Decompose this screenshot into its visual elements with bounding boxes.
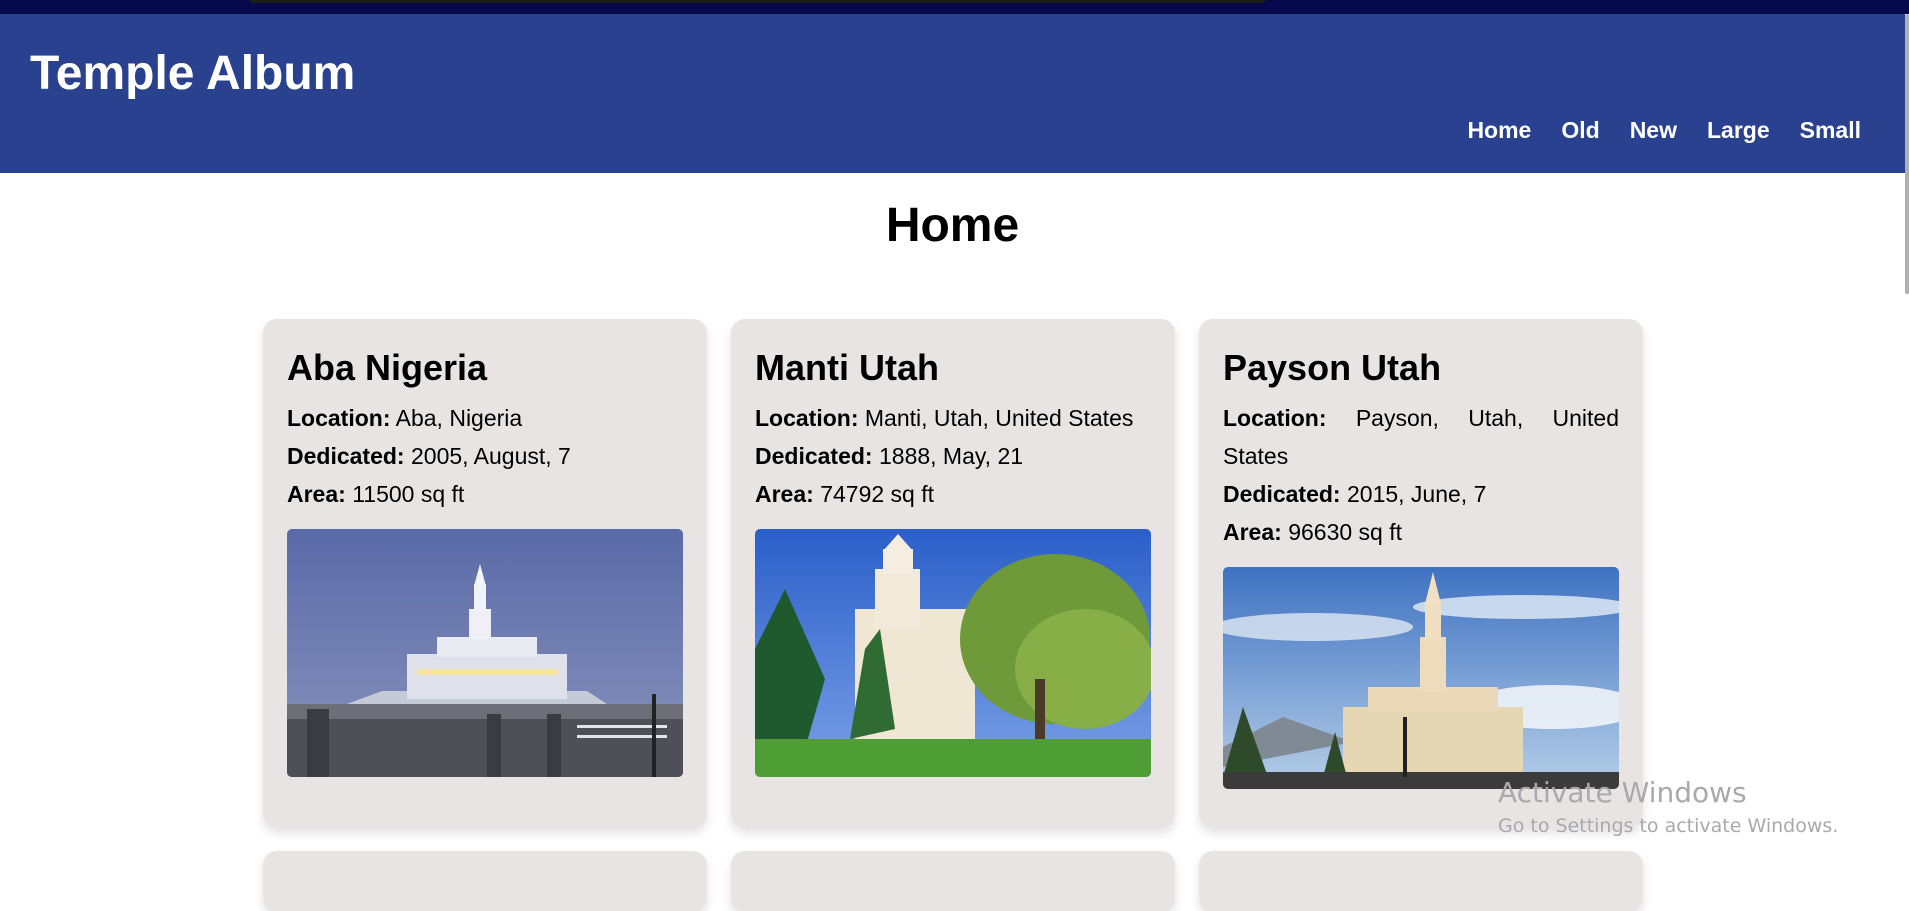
windows-activation-watermark: Activate Windows Go to Settings to activ… xyxy=(1498,776,1838,837)
main-nav: Home Old New Large Small xyxy=(1437,117,1861,144)
temple-location: Location: Payson, Utah, United States xyxy=(1223,405,1619,469)
temple-area: Area: 11500 sq ft xyxy=(287,481,465,507)
site-header: Temple Album Home Old New Large Small xyxy=(0,14,1905,173)
nav-home[interactable]: Home xyxy=(1467,117,1531,144)
temple-photo xyxy=(1223,567,1619,789)
nav-large[interactable]: Large xyxy=(1707,117,1770,144)
temple-area: Area: 96630 sq ft xyxy=(1223,519,1403,545)
temple-card-payson-utah: Payson Utah Location: Payson, Utah, Unit… xyxy=(1199,319,1643,827)
temple-photo xyxy=(755,529,1151,777)
browser-tab-bar xyxy=(250,0,1265,3)
temple-dedicated: Dedicated: 2005, August, 7 xyxy=(287,443,571,469)
watermark-subtitle: Go to Settings to activate Windows. xyxy=(1498,815,1839,837)
temple-location: Location: Manti, Utah, United States xyxy=(755,405,1134,431)
temple-dedicated: Dedicated: 2015, June, 7 xyxy=(1223,481,1487,507)
temple-name: Manti Utah xyxy=(755,347,939,388)
watermark-title: Activate Windows xyxy=(1498,776,1747,809)
browser-top-strip xyxy=(0,0,1909,14)
temple-name: Aba Nigeria xyxy=(287,347,488,388)
nav-small[interactable]: Small xyxy=(1800,117,1861,144)
page-title: Home xyxy=(885,199,1020,252)
temple-card xyxy=(731,851,1175,911)
temple-card xyxy=(263,851,707,911)
nav-old[interactable]: Old xyxy=(1561,117,1599,144)
temple-photo xyxy=(287,529,683,777)
site-title: Temple Album xyxy=(30,47,356,100)
nav-new[interactable]: New xyxy=(1630,117,1677,144)
temple-area: Area: 74792 sq ft xyxy=(755,481,935,507)
temple-location: Location: Aba, Nigeria xyxy=(287,405,523,431)
temple-dedicated: Dedicated: 1888, May, 21 xyxy=(755,443,1024,469)
page-scrollbar[interactable] xyxy=(1905,14,1909,294)
temple-card-manti-utah: Manti Utah Location: Manti, Utah, United… xyxy=(731,319,1175,827)
temple-card xyxy=(1199,851,1643,911)
temple-name: Payson Utah xyxy=(1223,347,1442,388)
temple-card-aba-nigeria: Aba Nigeria Location: Aba, Nigeria Dedic… xyxy=(263,319,707,827)
